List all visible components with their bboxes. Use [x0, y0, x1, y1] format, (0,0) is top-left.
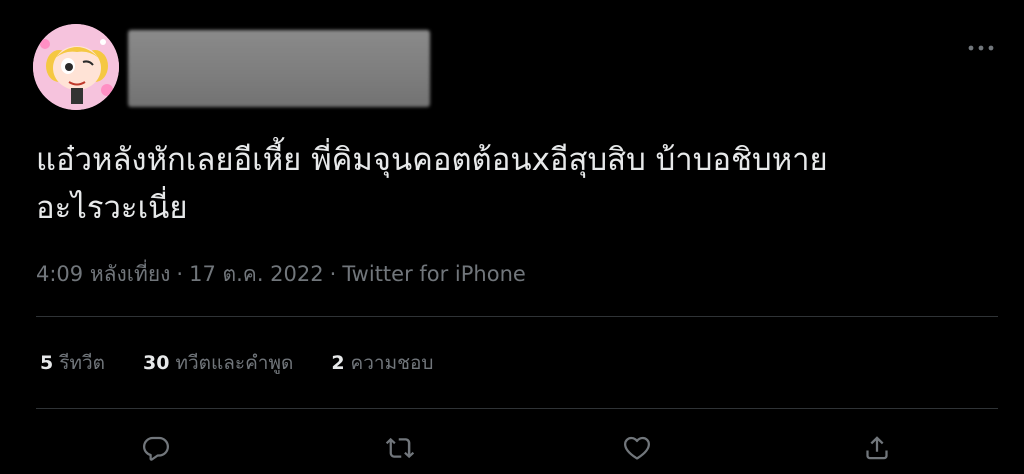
tweet-date[interactable]: 17 ต.ค. 2022 — [189, 262, 324, 286]
share-icon — [866, 436, 888, 460]
retweet-icon — [385, 437, 415, 459]
quotes-stat[interactable]: 30 ทวีตและคำพูด — [143, 348, 293, 378]
retweets-count: 5 — [40, 352, 54, 374]
likes-stat[interactable]: 2 ความชอบ — [331, 348, 433, 378]
divider-bottom — [36, 408, 998, 409]
avatar-image — [33, 24, 119, 110]
quotes-label: ทวีตและคำพูด — [175, 352, 294, 374]
tweet-stats: 5 รีทวีต 30 ทวีตและคำพูด 2 ความชอบ — [40, 348, 434, 378]
quotes-count: 30 — [142, 352, 170, 374]
tweet-source[interactable]: Twitter for iPhone — [342, 262, 526, 286]
likes-count: 2 — [331, 352, 345, 374]
divider-top — [36, 316, 998, 317]
likes-label: ความชอบ — [350, 352, 434, 374]
tweet-detail: แอ๋วหลังหักเลยอีเหี้ย พี่คิมจุนคอตต้อนxอ… — [0, 0, 1024, 474]
more-options-button[interactable] — [962, 34, 1000, 62]
more-horizontal-icon — [968, 45, 994, 51]
tweet-metadata: 4:09 หลังเที่ยง · 17 ต.ค. 2022 · Twitter for… — [36, 258, 526, 291]
retweets-label: รีทวีต — [59, 352, 105, 374]
tweet-time[interactable]: 4:09 หลังเที่ยง — [36, 262, 170, 286]
retweet-button[interactable] — [380, 428, 420, 468]
reply-icon — [143, 436, 169, 461]
meta-separator-2: · — [329, 262, 337, 286]
meta-separator: · — [176, 262, 184, 286]
like-button[interactable] — [617, 428, 657, 468]
tweet-text: แอ๋วหลังหักเลยอีเหี้ย พี่คิมจุนคอตต้อนxอ… — [36, 142, 828, 226]
retweets-stat[interactable]: 5 รีทวีต — [40, 348, 105, 378]
tweet-actions — [0, 428, 1024, 468]
redacted-display-name — [128, 30, 430, 107]
avatar[interactable] — [33, 24, 119, 110]
reply-button[interactable] — [136, 428, 176, 468]
share-button[interactable] — [857, 428, 897, 468]
heart-icon — [624, 436, 650, 460]
